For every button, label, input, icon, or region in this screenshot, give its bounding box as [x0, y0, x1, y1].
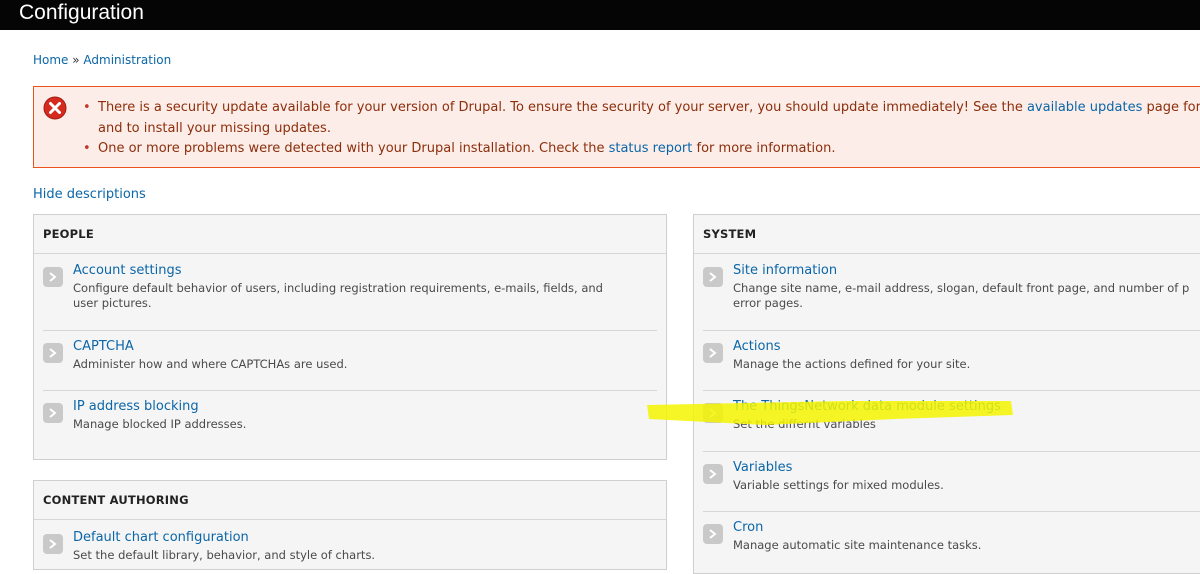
divider	[703, 330, 1200, 331]
bullet-icon: •	[83, 100, 91, 115]
panel-content-authoring: CONTENT AUTHORING Default chart configur…	[33, 480, 667, 570]
message-text-continued: and to install your missing updates.	[98, 120, 331, 136]
chevron-right-icon	[703, 403, 723, 423]
status-report-link[interactable]: status report	[609, 141, 693, 156]
divider	[34, 519, 666, 520]
chevron-right-icon	[43, 343, 63, 363]
message-text: There is a security update available for…	[98, 100, 1027, 115]
divider	[43, 330, 657, 331]
error-x-icon	[43, 96, 67, 120]
breadcrumb-administration-link[interactable]: Administration	[83, 53, 171, 67]
item-description: Manage automatic site maintenance tasks.	[733, 538, 982, 552]
site-information-link[interactable]: Site information	[733, 263, 837, 278]
error-messages: • There is a security update available fo…	[33, 86, 1200, 168]
panel-system: SYSTEM Site information Change site name…	[693, 214, 1200, 574]
item-description: Manage blocked IP addresses.	[73, 417, 247, 431]
actions-link[interactable]: Actions	[733, 339, 781, 354]
thingsnetwork-settings-link[interactable]: The ThingsNetwork data module settings	[733, 399, 1001, 414]
divider	[34, 253, 666, 254]
breadcrumb: Home » Administration	[33, 53, 171, 67]
chevron-right-icon	[43, 534, 63, 554]
page-header: Configuration	[0, 0, 1200, 30]
chevron-right-icon	[43, 267, 63, 287]
item-description: Set the default library, behavior, and s…	[73, 548, 376, 562]
divider	[43, 390, 657, 391]
available-updates-link[interactable]: available updates	[1027, 100, 1142, 115]
breadcrumb-home-link[interactable]: Home	[33, 53, 68, 67]
panel-title-content-authoring: CONTENT AUTHORING	[43, 493, 189, 507]
divider	[703, 511, 1200, 512]
item-description: Variable settings for mixed modules.	[733, 478, 944, 492]
bullet-icon: •	[83, 141, 91, 156]
panel-title-system: SYSTEM	[703, 227, 757, 241]
cron-link[interactable]: Cron	[733, 520, 763, 535]
chevron-right-icon	[43, 403, 63, 423]
item-description: Set the differnt variables	[733, 417, 876, 431]
captcha-link[interactable]: CAPTCHA	[73, 339, 134, 354]
chevron-right-icon	[703, 343, 723, 363]
item-description: Administer how and where CAPTCHAs are us…	[73, 357, 348, 371]
divider	[703, 451, 1200, 452]
message-text: for more information.	[692, 141, 836, 156]
chevron-right-icon	[703, 464, 723, 484]
message-text: One or more problems were detected with …	[98, 141, 609, 156]
message-installation-problems: • One or more problems were detected with…	[82, 139, 1200, 160]
panel-people: PEOPLE Account settings Configure defaul…	[33, 214, 667, 460]
divider	[703, 390, 1200, 391]
item-description: Configure default behavior of users, inc…	[73, 281, 603, 310]
chevron-right-icon	[703, 524, 723, 544]
message-list: • There is a security update available fo…	[82, 98, 1200, 160]
item-description: Change site name, e-mail address, slogan…	[733, 281, 1190, 310]
variables-link[interactable]: Variables	[733, 460, 792, 475]
breadcrumb-separator: »	[68, 53, 84, 67]
divider	[694, 253, 1200, 254]
panel-title-people: PEOPLE	[43, 227, 94, 241]
hide-descriptions-link[interactable]: Hide descriptions	[33, 187, 146, 202]
page-title: Configuration	[19, 1, 144, 24]
chevron-right-icon	[703, 267, 723, 287]
item-description: Manage the actions defined for your site…	[733, 357, 971, 371]
message-security-update: • There is a security update available fo…	[82, 98, 1200, 139]
message-text: page for mo	[1146, 100, 1200, 115]
ip-address-blocking-link[interactable]: IP address blocking	[73, 399, 199, 414]
account-settings-link[interactable]: Account settings	[73, 263, 181, 278]
default-chart-configuration-link[interactable]: Default chart configuration	[73, 530, 249, 545]
